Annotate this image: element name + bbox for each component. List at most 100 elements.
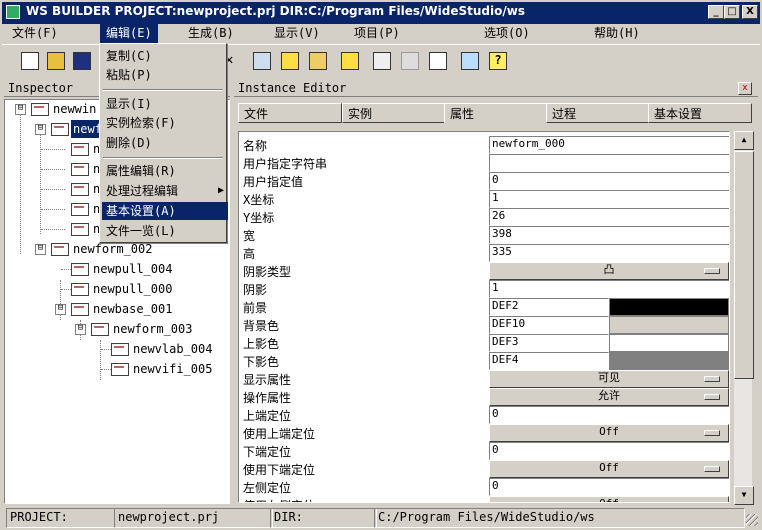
menu-item-delete[interactable]: 删除(D) bbox=[102, 134, 228, 152]
tool-list-button[interactable] bbox=[426, 49, 448, 71]
tree-node[interactable]: newpull_000 bbox=[5, 280, 229, 298]
property-choice[interactable]: Off bbox=[489, 424, 729, 442]
tree-node-label: newform_003 bbox=[113, 322, 193, 336]
property-value-field[interactable]: 0 bbox=[489, 478, 729, 496]
tool-lightning-button[interactable] bbox=[278, 49, 300, 71]
tree-node[interactable]: newvlab_004 bbox=[5, 340, 229, 358]
menu-item-copy[interactable]: 复制(C) bbox=[102, 47, 228, 65]
menu-item-edit-properties[interactable]: 属性编辑(R) bbox=[102, 162, 228, 180]
property-choice[interactable]: 凸 bbox=[489, 262, 729, 280]
property-grid: 名称 newform_000 用户指定字符串 用户指定值 0 X坐标 1 Y坐标 26 宽 398 高… bbox=[238, 131, 730, 503]
property-value-field[interactable] bbox=[489, 154, 729, 172]
property-value-field[interactable]: 1 bbox=[489, 280, 729, 298]
editor-close-icon[interactable]: x bbox=[738, 82, 752, 95]
property-label: 使用上端定位 bbox=[243, 427, 316, 441]
color-swatch[interactable] bbox=[609, 334, 729, 352]
property-row: 用户指定值 0 bbox=[243, 171, 729, 190]
tree-node-label: newbase_001 bbox=[93, 302, 173, 316]
scroll-down-icon[interactable]: ▼ bbox=[734, 486, 754, 505]
property-value-field[interactable]: 1 bbox=[489, 190, 729, 208]
scroll-thumb[interactable] bbox=[734, 151, 754, 379]
property-label: 左侧定位 bbox=[243, 481, 292, 495]
property-value-field[interactable]: newform_000 bbox=[489, 136, 729, 154]
resize-grip-icon[interactable] bbox=[746, 514, 758, 526]
maximize-button[interactable]: □ bbox=[724, 5, 740, 19]
save-button[interactable] bbox=[70, 49, 92, 71]
collapse-icon[interactable]: ⊟ bbox=[35, 244, 46, 255]
collapse-icon[interactable]: ⊟ bbox=[75, 324, 86, 335]
menu-item-paste[interactable]: 粘贴(P) bbox=[102, 66, 228, 84]
property-choice[interactable]: Off bbox=[489, 496, 729, 502]
property-row: 名称 newform_000 bbox=[243, 135, 729, 154]
tool-folder-button[interactable] bbox=[338, 49, 360, 71]
property-choice[interactable]: 允许 bbox=[489, 388, 729, 406]
collapse-icon[interactable]: ⊟ bbox=[35, 124, 46, 135]
close-button[interactable]: X bbox=[742, 5, 758, 19]
new-file-button[interactable] bbox=[18, 49, 40, 71]
collapse-icon[interactable]: ⊟ bbox=[55, 304, 66, 315]
property-row: 背景色 DEF10 bbox=[243, 315, 729, 334]
widget-icon bbox=[111, 343, 129, 356]
property-scrollbar[interactable]: ▲ ▼ bbox=[734, 131, 754, 505]
menu-edit[interactable]: 编辑(E) bbox=[100, 24, 158, 44]
menu-help[interactable]: 帮助(H) bbox=[588, 24, 646, 44]
menu-file[interactable]: 文件(F) bbox=[6, 24, 64, 44]
tool-select-button[interactable] bbox=[250, 49, 272, 71]
property-choice[interactable]: Off bbox=[489, 460, 729, 478]
tree-node[interactable]: newpull_004 bbox=[5, 260, 229, 278]
open-folder-button[interactable] bbox=[44, 49, 66, 71]
property-label: 上端定位 bbox=[243, 409, 292, 423]
tab-instance[interactable]: 实例 bbox=[342, 103, 446, 123]
tab-basic-settings[interactable]: 基本设置 bbox=[648, 103, 752, 123]
tree-node[interactable]: newvifi_005 bbox=[5, 360, 229, 378]
property-value-field[interactable]: 0 bbox=[489, 406, 729, 424]
scroll-up-icon[interactable]: ▲ bbox=[734, 131, 754, 150]
menu-options[interactable]: 选项(O) bbox=[478, 24, 536, 44]
menu-item-show[interactable]: 显示(I) bbox=[102, 95, 228, 113]
tool-build-button[interactable] bbox=[306, 49, 328, 71]
property-value-field[interactable]: DEF2 bbox=[489, 298, 609, 316]
tab-procedures[interactable]: 过程 bbox=[546, 103, 650, 123]
color-swatch[interactable] bbox=[609, 298, 729, 316]
tool-preview-button[interactable] bbox=[458, 49, 480, 71]
collapse-icon[interactable]: ⊟ bbox=[15, 104, 26, 115]
property-row: 左侧定位 0 bbox=[243, 477, 729, 496]
tool-grid-button[interactable] bbox=[370, 49, 392, 71]
menu-item-find-instance[interactable]: 实例检索(F) bbox=[102, 114, 228, 132]
property-choice[interactable]: 可见 bbox=[489, 370, 729, 388]
property-value-field[interactable]: 0 bbox=[489, 172, 729, 190]
menu-project[interactable]: 项目(P) bbox=[348, 24, 406, 44]
tool-help-button[interactable]: ? bbox=[486, 49, 508, 71]
tool-disabled-button[interactable] bbox=[398, 49, 420, 71]
tab-attributes[interactable]: 属性 bbox=[444, 103, 548, 123]
property-value-field[interactable]: 335 bbox=[489, 244, 729, 262]
tab-file[interactable]: 文件 bbox=[238, 103, 342, 123]
color-swatch[interactable] bbox=[609, 316, 729, 334]
property-value-field[interactable]: DEF3 bbox=[489, 334, 609, 352]
property-value-field[interactable]: 0 bbox=[489, 442, 729, 460]
menu-bar: 文件(F) 编辑(E) 生成(B) 显示(V) 项目(P) 选项(O) 帮助(H… bbox=[2, 24, 760, 44]
new-file-icon bbox=[21, 52, 39, 70]
menu-build[interactable]: 生成(B) bbox=[182, 24, 240, 44]
color-swatch[interactable] bbox=[609, 352, 729, 370]
tree-node[interactable]: ⊟ newbase_001 bbox=[5, 300, 229, 318]
status-dir-label: DIR: bbox=[270, 508, 377, 528]
property-value-field[interactable]: DEF4 bbox=[489, 352, 609, 370]
tree-node[interactable]: ⊟ newform_003 bbox=[5, 320, 229, 338]
property-choice-value: Off bbox=[599, 497, 619, 502]
minimize-button[interactable]: _ bbox=[708, 5, 724, 19]
menu-item-basic-settings[interactable]: 基本设置(A) bbox=[102, 202, 228, 220]
property-label: 用户指定值 bbox=[243, 175, 304, 189]
option-menu-icon bbox=[704, 466, 720, 472]
property-value-field[interactable]: 398 bbox=[489, 226, 729, 244]
property-row: 阴影类型 凸 bbox=[243, 261, 729, 280]
select-icon bbox=[253, 52, 271, 70]
form-icon bbox=[91, 323, 109, 336]
property-value-field[interactable]: DEF10 bbox=[489, 316, 609, 334]
menu-item-edit-procedures[interactable]: 处理过程编辑 ▶ bbox=[102, 182, 228, 200]
menu-item-file-list[interactable]: 文件一览(L) bbox=[102, 222, 228, 240]
menu-view[interactable]: 显示(V) bbox=[268, 24, 326, 44]
property-label: 下端定位 bbox=[243, 445, 292, 459]
base-icon bbox=[71, 303, 89, 316]
property-value-field[interactable]: 26 bbox=[489, 208, 729, 226]
